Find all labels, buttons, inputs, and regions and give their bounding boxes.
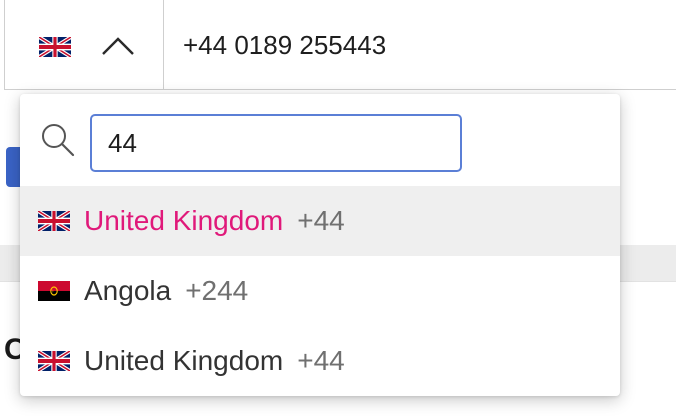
country-option-code: +44 [297,205,345,236]
angola-flag-icon [38,281,70,301]
uk-flag-icon [39,37,71,57]
country-search-row [20,94,620,186]
uk-flag-icon [38,351,70,371]
country-selector-button[interactable] [5,0,164,89]
phone-number-field [4,0,676,90]
country-option-united-kingdom[interactable]: United Kingdom +44 [20,326,620,396]
country-option-angola[interactable]: Angola +244 [20,256,620,326]
chevron-up-icon [102,37,134,55]
phone-number-input[interactable] [183,28,663,62]
country-option-name: United Kingdom [84,345,284,376]
country-dropdown: United Kingdom +44 Angola +244 United Ki… [20,94,620,396]
country-option-united-kingdom[interactable]: United Kingdom +44 [20,186,620,256]
country-option-code: +44 [297,345,345,376]
country-search-input[interactable] [90,114,462,172]
search-icon [42,124,75,157]
country-option-name: United Kingdom [84,205,284,236]
country-option-name: Angola [84,275,172,306]
uk-flag-icon [38,211,70,231]
country-option-code: +244 [185,275,249,306]
